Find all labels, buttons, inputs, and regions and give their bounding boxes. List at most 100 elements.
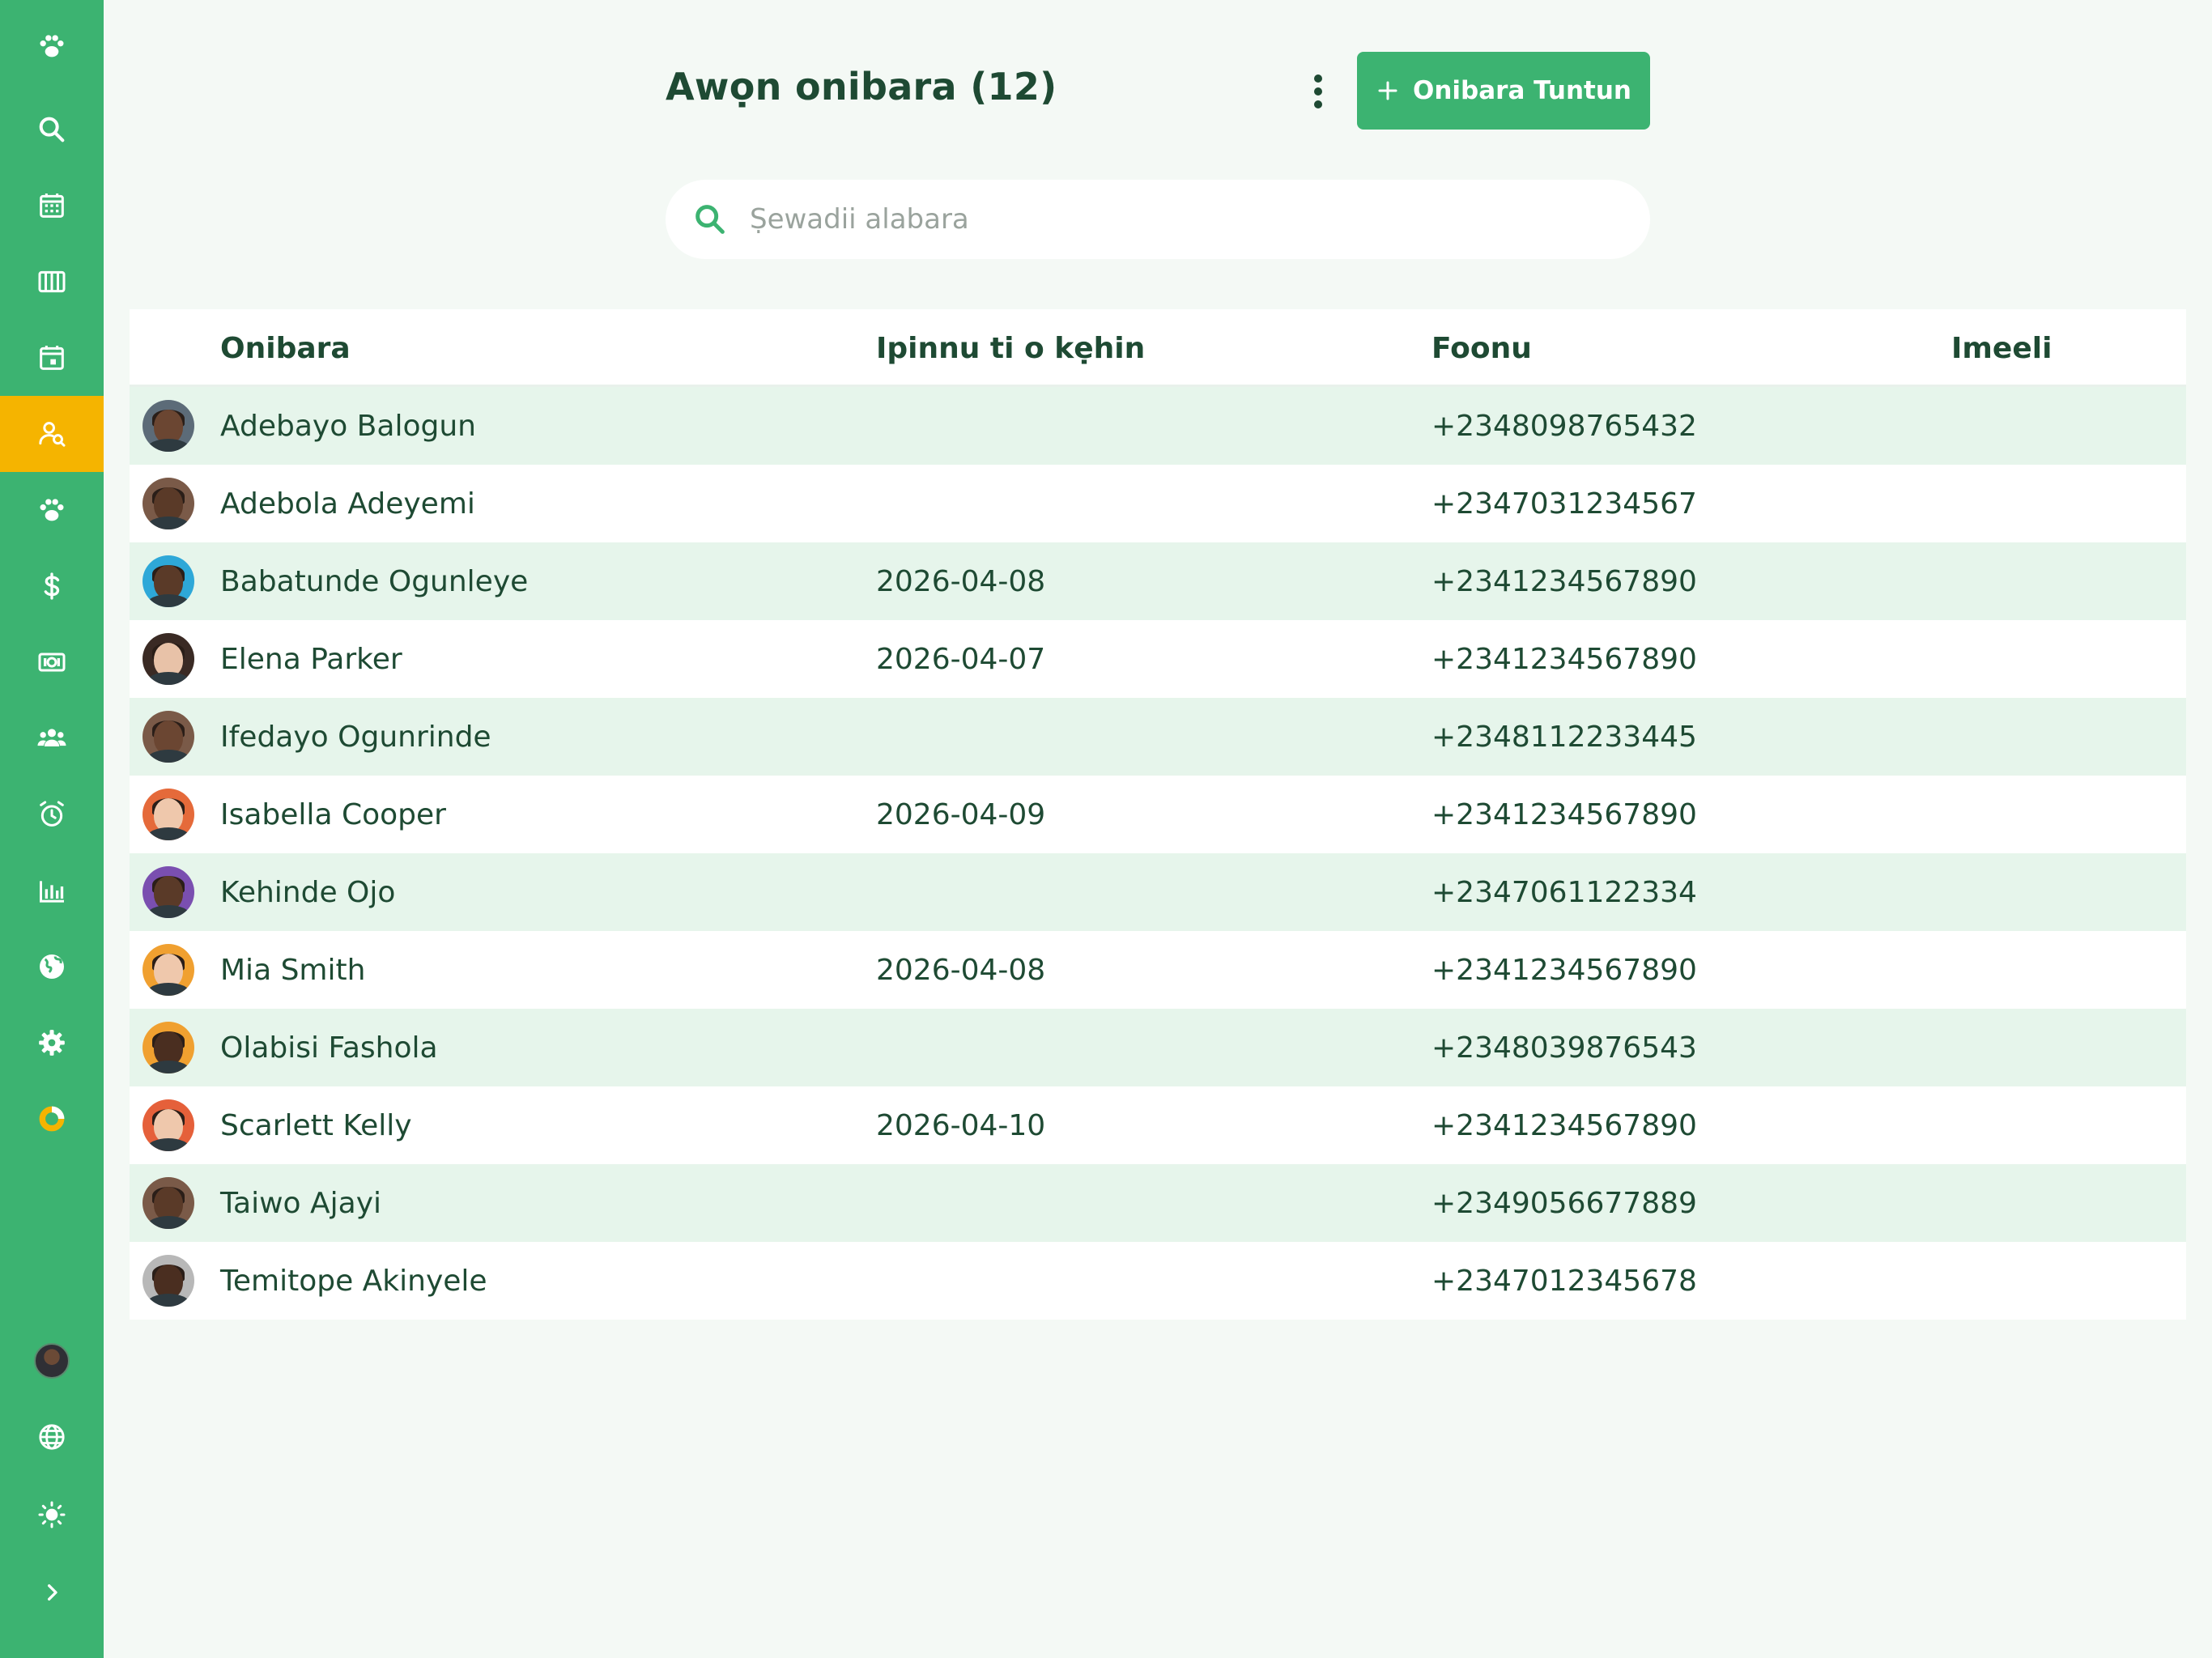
globe-icon xyxy=(39,1424,65,1450)
table-row[interactable]: Temitope Akinyele +2347012345678 xyxy=(130,1242,2186,1320)
paw-icon xyxy=(40,499,64,521)
alarm-icon xyxy=(40,801,64,827)
client-avatar xyxy=(143,1255,194,1307)
dollar-icon xyxy=(44,572,60,600)
bar-chart-icon xyxy=(40,881,64,903)
column-header-last-appointment[interactable]: Ipinnu ti o kẹhin xyxy=(876,332,1145,365)
sidebar-item-settings[interactable] xyxy=(0,1005,104,1081)
client-phone: +2347012345678 xyxy=(1431,1265,1697,1298)
client-name: Isabella Cooper xyxy=(220,798,446,831)
sidebar-item-progress[interactable] xyxy=(0,1081,104,1157)
client-last-appointment: 2026-04-10 xyxy=(876,1109,1046,1142)
client-name: Temitope Akinyele xyxy=(220,1265,487,1298)
sidebar-item-board[interactable] xyxy=(0,244,104,320)
sidebar-item-payments[interactable] xyxy=(0,624,104,700)
client-name: Kehinde Ojo xyxy=(220,876,396,909)
client-avatar xyxy=(143,478,194,529)
client-phone: +2341234567890 xyxy=(1431,1109,1697,1142)
gear-icon xyxy=(39,1030,65,1056)
cash-icon xyxy=(38,653,66,672)
avatar-body xyxy=(147,517,190,529)
client-name: Adebola Adeyemi xyxy=(220,487,475,521)
avatar-body xyxy=(147,827,190,840)
calendar-day-icon xyxy=(40,346,64,370)
avatar-body xyxy=(147,594,190,607)
sidebar-item-clients[interactable] xyxy=(0,396,104,472)
client-last-appointment: 2026-04-08 xyxy=(876,565,1046,598)
add-client-label: Onibara Tuntun xyxy=(1413,76,1631,105)
sidebar-item-team[interactable] xyxy=(0,700,104,776)
table-row[interactable]: Adebola Adeyemi +2347031234567 xyxy=(130,465,2186,542)
table-body: Adebayo Balogun +2348098765432 Adebola Ade… xyxy=(130,387,2186,1320)
table-row[interactable]: Olabisi Fashola +2348039876543 xyxy=(130,1009,2186,1086)
add-client-button[interactable]: Onibara Tuntun xyxy=(1357,52,1650,130)
client-name: Taiwo Ajayi xyxy=(220,1187,382,1220)
sidebar-expand-button[interactable] xyxy=(0,1554,104,1630)
sidebar-item-reminders[interactable] xyxy=(0,776,104,852)
table-row[interactable]: Isabella Cooper 2026-04-09 +2341234567890 xyxy=(130,776,2186,853)
sidebar-item-language[interactable] xyxy=(0,1399,104,1475)
table-row[interactable]: Adebayo Balogun +2348098765432 xyxy=(130,387,2186,465)
sidebar-item-calendar[interactable] xyxy=(0,168,104,244)
sidebar-item-reports[interactable] xyxy=(0,852,104,929)
table-row[interactable]: Scarlett Kelly 2026-04-10 +2341234567890 xyxy=(130,1086,2186,1164)
avatar-body xyxy=(147,672,190,685)
avatar-body xyxy=(147,1216,190,1229)
client-name: Elena Parker xyxy=(220,643,402,676)
client-phone: +2348039876543 xyxy=(1431,1031,1697,1065)
sidebar-item-search[interactable] xyxy=(0,91,104,168)
column-header-phone[interactable]: Foonu xyxy=(1431,332,1532,365)
client-phone: +2341234567890 xyxy=(1431,565,1697,598)
client-phone: +2341234567890 xyxy=(1431,798,1697,831)
table-row[interactable]: Babatunde Ogunleye 2026-04-08 +23412345678… xyxy=(130,542,2186,620)
client-name: Olabisi Fashola xyxy=(220,1031,438,1065)
sidebar-item-home[interactable] xyxy=(0,8,104,84)
sidebar-item-web[interactable] xyxy=(0,929,104,1005)
column-header-client[interactable]: Onibara xyxy=(220,332,351,365)
table-row[interactable]: Mia Smith 2026-04-08 +2341234567890 xyxy=(130,931,2186,1009)
avatar-body xyxy=(147,1061,190,1073)
group-icon xyxy=(37,729,66,746)
search-icon xyxy=(39,117,65,142)
table-header: Onibara Ipinnu ti o kẹhin Foonu Imeeli xyxy=(130,309,2186,387)
search-bar xyxy=(666,180,1650,259)
client-avatar xyxy=(143,711,194,763)
sidebar-item-profile[interactable] xyxy=(0,1323,104,1399)
sidebar-item-theme[interactable] xyxy=(0,1477,104,1553)
client-phone: +2341234567890 xyxy=(1431,954,1697,987)
client-avatar xyxy=(143,1022,194,1073)
table-row[interactable]: Ifedayo Ogunrinde +2348112233445 xyxy=(130,698,2186,776)
client-name: Mia Smith xyxy=(220,954,366,987)
paw-icon xyxy=(40,35,64,57)
avatar-body xyxy=(147,983,190,996)
client-avatar xyxy=(143,789,194,840)
sidebar-item-pets[interactable] xyxy=(0,472,104,548)
client-avatar xyxy=(143,555,194,607)
avatar-body xyxy=(147,1138,190,1151)
calendar-grid-icon xyxy=(40,193,64,218)
page-title: Awọn onibara (12) xyxy=(666,65,1057,108)
client-last-appointment: 2026-04-09 xyxy=(876,798,1046,831)
clients-table: Onibara Ipinnu ti o kẹhin Foonu Imeeli A… xyxy=(130,309,2186,1320)
columns-icon xyxy=(38,270,66,293)
client-avatar xyxy=(143,944,194,996)
sidebar-item-pricing[interactable] xyxy=(0,548,104,624)
sun-icon xyxy=(38,1501,66,1528)
search-icon xyxy=(696,205,725,234)
user-search-icon xyxy=(39,422,66,447)
client-name: Scarlett Kelly xyxy=(220,1109,412,1142)
client-last-appointment: 2026-04-08 xyxy=(876,954,1046,987)
client-avatar xyxy=(143,866,194,918)
more-options-button[interactable] xyxy=(1300,70,1336,113)
client-avatar xyxy=(143,1099,194,1151)
table-row[interactable]: Kehinde Ojo +2347061122334 xyxy=(130,853,2186,931)
avatar-body xyxy=(147,439,190,452)
table-row[interactable]: Taiwo Ajayi +2349056677889 xyxy=(130,1164,2186,1242)
sidebar-item-schedule[interactable] xyxy=(0,320,104,396)
column-header-email[interactable]: Imeeli xyxy=(1951,332,2052,365)
client-name: Ifedayo Ogunrinde xyxy=(220,721,491,754)
search-input[interactable] xyxy=(750,203,1559,236)
client-avatar xyxy=(143,1177,194,1229)
table-row[interactable]: Elena Parker 2026-04-07 +2341234567890 xyxy=(130,620,2186,698)
client-avatar xyxy=(143,400,194,452)
